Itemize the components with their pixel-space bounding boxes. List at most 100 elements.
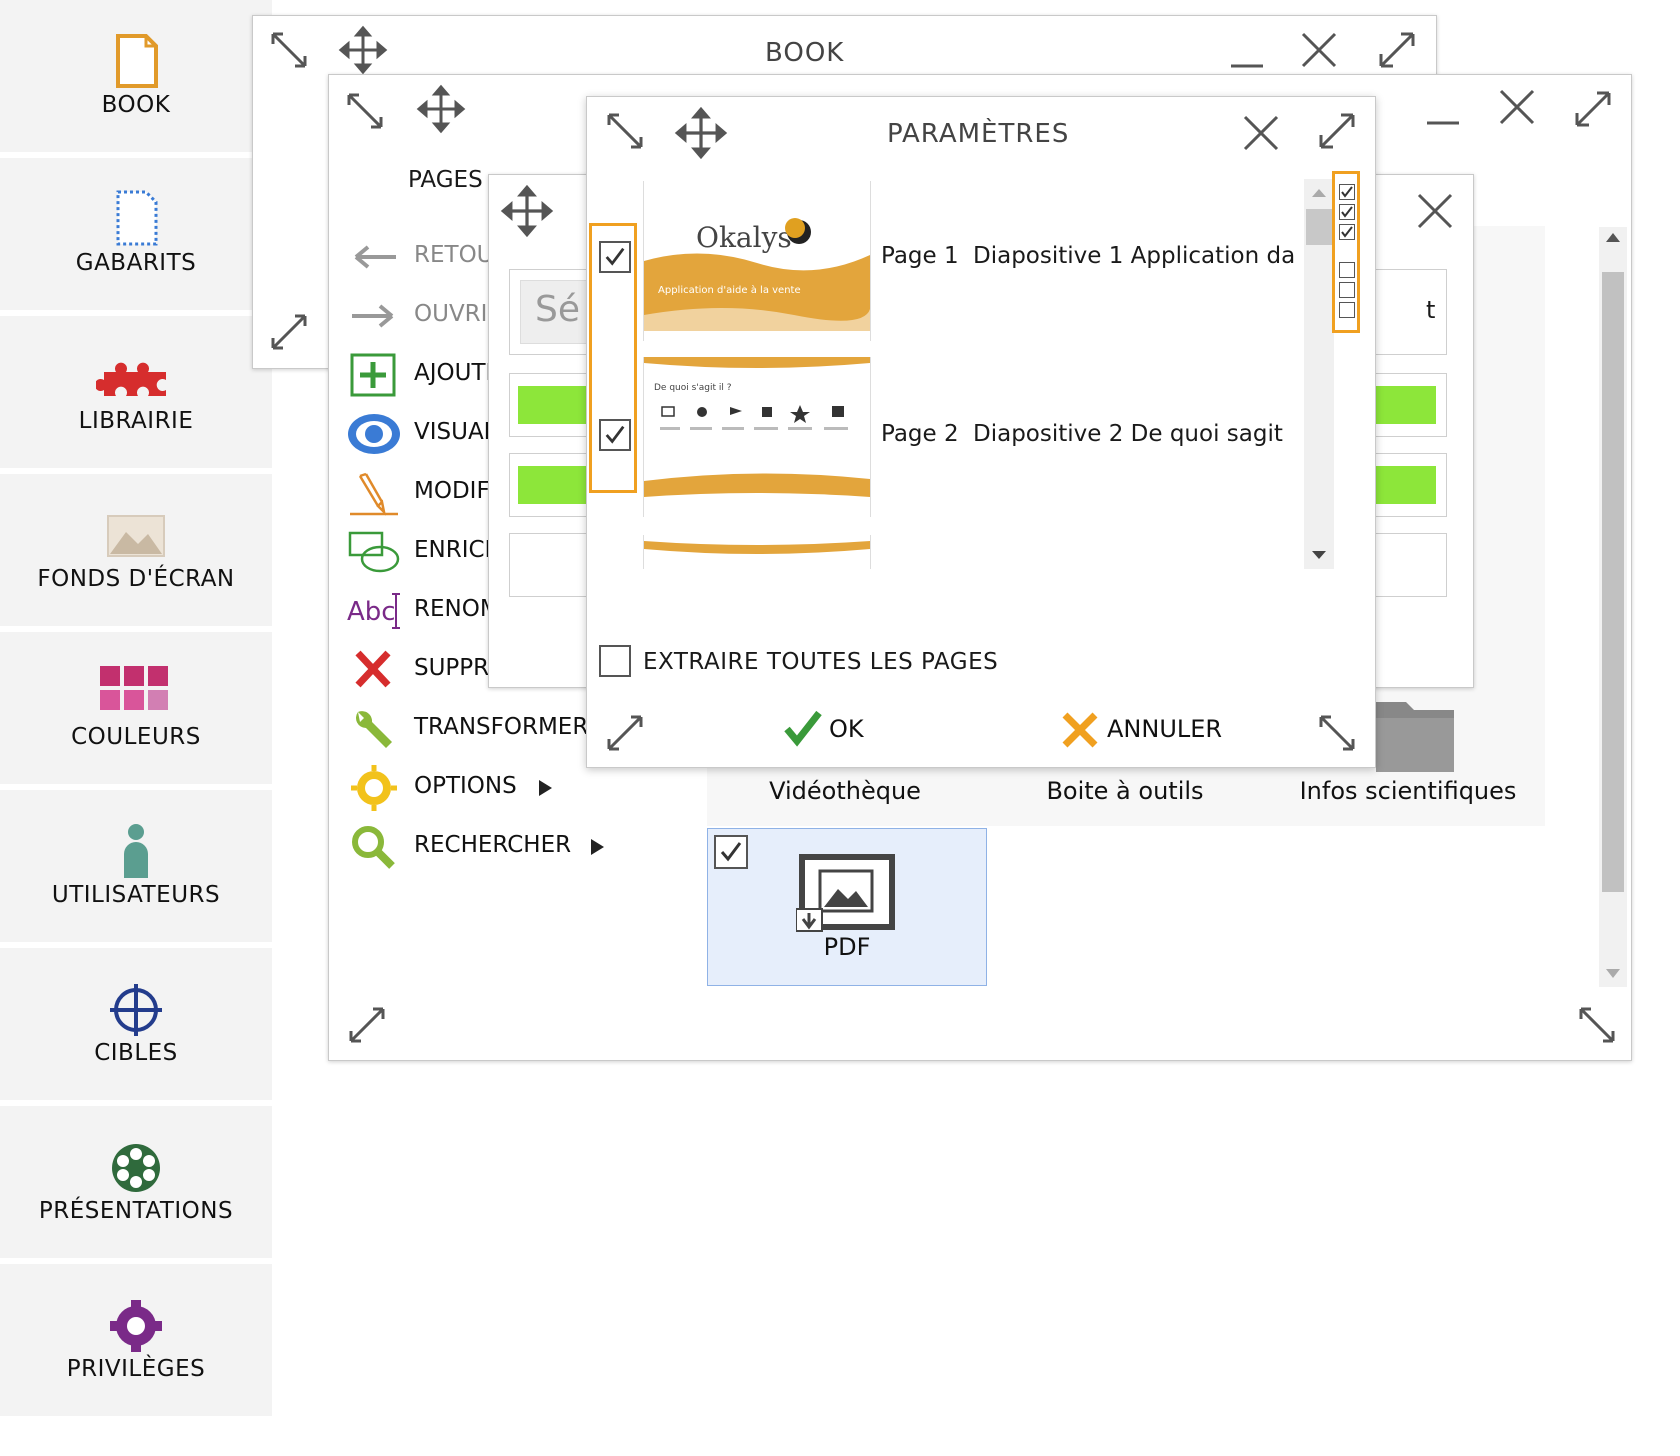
- sidebar-item-presentations[interactable]: PRÉSENTATIONS: [0, 1106, 272, 1258]
- ok-button[interactable]: OK: [783, 709, 893, 753]
- sidebar-item-label: BOOK: [101, 92, 171, 118]
- minimize-icon[interactable]: [1423, 109, 1463, 129]
- minimize-icon[interactable]: [1227, 52, 1267, 72]
- scroll-down-icon[interactable]: [1606, 969, 1620, 978]
- page-description: Diapositive 2 De quoi sagit: [973, 421, 1283, 447]
- checkmark-icon: [784, 710, 822, 747]
- move-icon[interactable]: [337, 24, 389, 76]
- params-dialog: PARAMÈTRES Okalys Application d'aide à l…: [586, 96, 1376, 768]
- sidebar-item-label: PRIVILÈGES: [66, 1356, 206, 1382]
- sidebar-item-librairie[interactable]: LIBRAIRIE: [0, 316, 272, 468]
- arrow-left-icon: [354, 245, 396, 269]
- sidebar-item-label: PRÉSENTATIONS: [38, 1198, 234, 1224]
- sidebar-item-book[interactable]: BOOK: [0, 0, 272, 152]
- close-icon[interactable]: [1299, 30, 1339, 70]
- gear-icon: [110, 1300, 162, 1352]
- resize-corner-icon[interactable]: [603, 711, 647, 755]
- mini-checkbox[interactable]: [1339, 184, 1355, 200]
- list-item[interactable]: Okalys Application d'aide à la vente Pag…: [587, 179, 1295, 349]
- window-title: BOOK: [765, 38, 845, 68]
- thumb-top-wave: [644, 541, 870, 554]
- maximize-icon[interactable]: [1571, 87, 1615, 131]
- mini-checkbox[interactable]: [1339, 262, 1355, 278]
- cancel-button[interactable]: ANNULER: [1061, 709, 1251, 753]
- sidebar-item-cibles[interactable]: CIBLES: [0, 948, 272, 1100]
- sidebar-item-utilisateurs[interactable]: UTILISATEURS: [0, 790, 272, 942]
- puzzle-icon: [96, 362, 166, 396]
- arrow-right-icon: [352, 304, 394, 328]
- page-list: Okalys Application d'aide à la vente Pag…: [587, 179, 1337, 569]
- close-icon[interactable]: [1241, 113, 1281, 153]
- pencil-icon: [350, 472, 398, 516]
- search-input[interactable]: Sé: [535, 289, 580, 330]
- checkmark-icon: [1341, 206, 1353, 218]
- close-icon[interactable]: [1497, 87, 1537, 127]
- pages-title: PAGES: [408, 167, 483, 193]
- logo-moon-icon: [785, 218, 811, 244]
- sidebar-item-couleurs[interactable]: COULEURS: [0, 632, 272, 784]
- folder-icon: [1376, 702, 1454, 772]
- magnifier-icon: [352, 826, 395, 869]
- page-number: Page 2: [881, 421, 959, 447]
- scroll-up-icon[interactable]: [1312, 189, 1326, 197]
- thumb-bottom-wave: [644, 473, 870, 507]
- move-icon[interactable]: [673, 105, 729, 161]
- target-icon: [110, 984, 162, 1036]
- thumb-icons: [660, 405, 848, 430]
- resize-diagonal-icon[interactable]: [267, 28, 311, 72]
- sidebar-item-gabarits[interactable]: GABARITS: [0, 158, 272, 310]
- tile-checkbox[interactable]: [714, 835, 748, 869]
- pdf-image-icon: [796, 854, 895, 932]
- mini-checkbox[interactable]: [1339, 224, 1355, 240]
- extract-all-checkbox[interactable]: [599, 645, 631, 677]
- sidebar-item-fonds-ecran[interactable]: FONDS D'ÉCRAN: [0, 474, 272, 626]
- maximize-icon[interactable]: [1375, 28, 1419, 72]
- mini-checkbox[interactable]: [1339, 282, 1355, 298]
- mini-checkbox[interactable]: [1339, 204, 1355, 220]
- tile-label-videotheque[interactable]: Vidéothèque: [710, 777, 980, 805]
- scroll-up-icon[interactable]: [1606, 233, 1620, 242]
- resize-corner-icon[interactable]: [345, 1003, 389, 1047]
- resize-diagonal-icon[interactable]: [603, 109, 647, 153]
- scrollbar-thumb[interactable]: [1602, 272, 1624, 892]
- sidebar: BOOK GABARITS LIBRAIRIE FONDS D'ÉCRAN CO…: [0, 0, 272, 1420]
- user-icon: [124, 824, 148, 878]
- page-thumbnail: [643, 535, 871, 569]
- svg-text:Abc: Abc: [347, 597, 396, 627]
- resize-corner-icon[interactable]: [1575, 1003, 1619, 1047]
- mini-checkbox[interactable]: [1339, 302, 1355, 318]
- tile-label-boite-outils[interactable]: Boite à outils: [990, 777, 1260, 805]
- list-scrollbar-thumb[interactable]: [1306, 209, 1332, 245]
- list-item[interactable]: De quoi s'agit il ? Page 2 Diapositive 2…: [587, 357, 1287, 527]
- checkmark-icon: [720, 842, 742, 862]
- sidebar-item-label: COULEURS: [71, 724, 201, 750]
- sidebar-item-label: CIBLES: [94, 1040, 178, 1066]
- page-checkbox[interactable]: [599, 419, 631, 451]
- sun-gear-icon: [351, 765, 397, 811]
- checkmark-icon: [1341, 186, 1353, 198]
- tile-pdf[interactable]: PDF: [707, 828, 987, 986]
- sidebar-item-privileges[interactable]: PRIVILÈGES: [0, 1264, 272, 1416]
- tile-label-infos-scientifiques[interactable]: Infos scientifiques: [1268, 777, 1548, 805]
- scrollbar[interactable]: [1599, 227, 1627, 987]
- move-icon[interactable]: [499, 183, 555, 239]
- close-icon[interactable]: [1415, 191, 1455, 231]
- checkmark-icon: [605, 247, 625, 266]
- maximize-icon[interactable]: [1315, 109, 1359, 153]
- submenu-arrow-icon: [591, 839, 604, 855]
- resize-diagonal-icon[interactable]: [343, 89, 387, 133]
- move-icon[interactable]: [415, 83, 467, 135]
- checkmark-icon: [1341, 226, 1353, 238]
- resize-corner-icon[interactable]: [267, 310, 311, 354]
- list-scrollbar[interactable]: [1304, 179, 1334, 569]
- thumb-caption: Application d'aide à la vente: [658, 285, 801, 296]
- cancel-x-icon: [1062, 712, 1098, 748]
- book-icon: [116, 34, 158, 88]
- scroll-down-icon[interactable]: [1312, 551, 1326, 559]
- page-thumbnail: Okalys Application d'aide à la vente: [643, 181, 871, 341]
- page-checkbox[interactable]: [599, 241, 631, 273]
- checkmark-icon: [605, 425, 625, 444]
- resize-corner-icon[interactable]: [1315, 711, 1359, 755]
- wrench-icon: [356, 711, 392, 748]
- page-overview-checks: [1332, 171, 1360, 333]
